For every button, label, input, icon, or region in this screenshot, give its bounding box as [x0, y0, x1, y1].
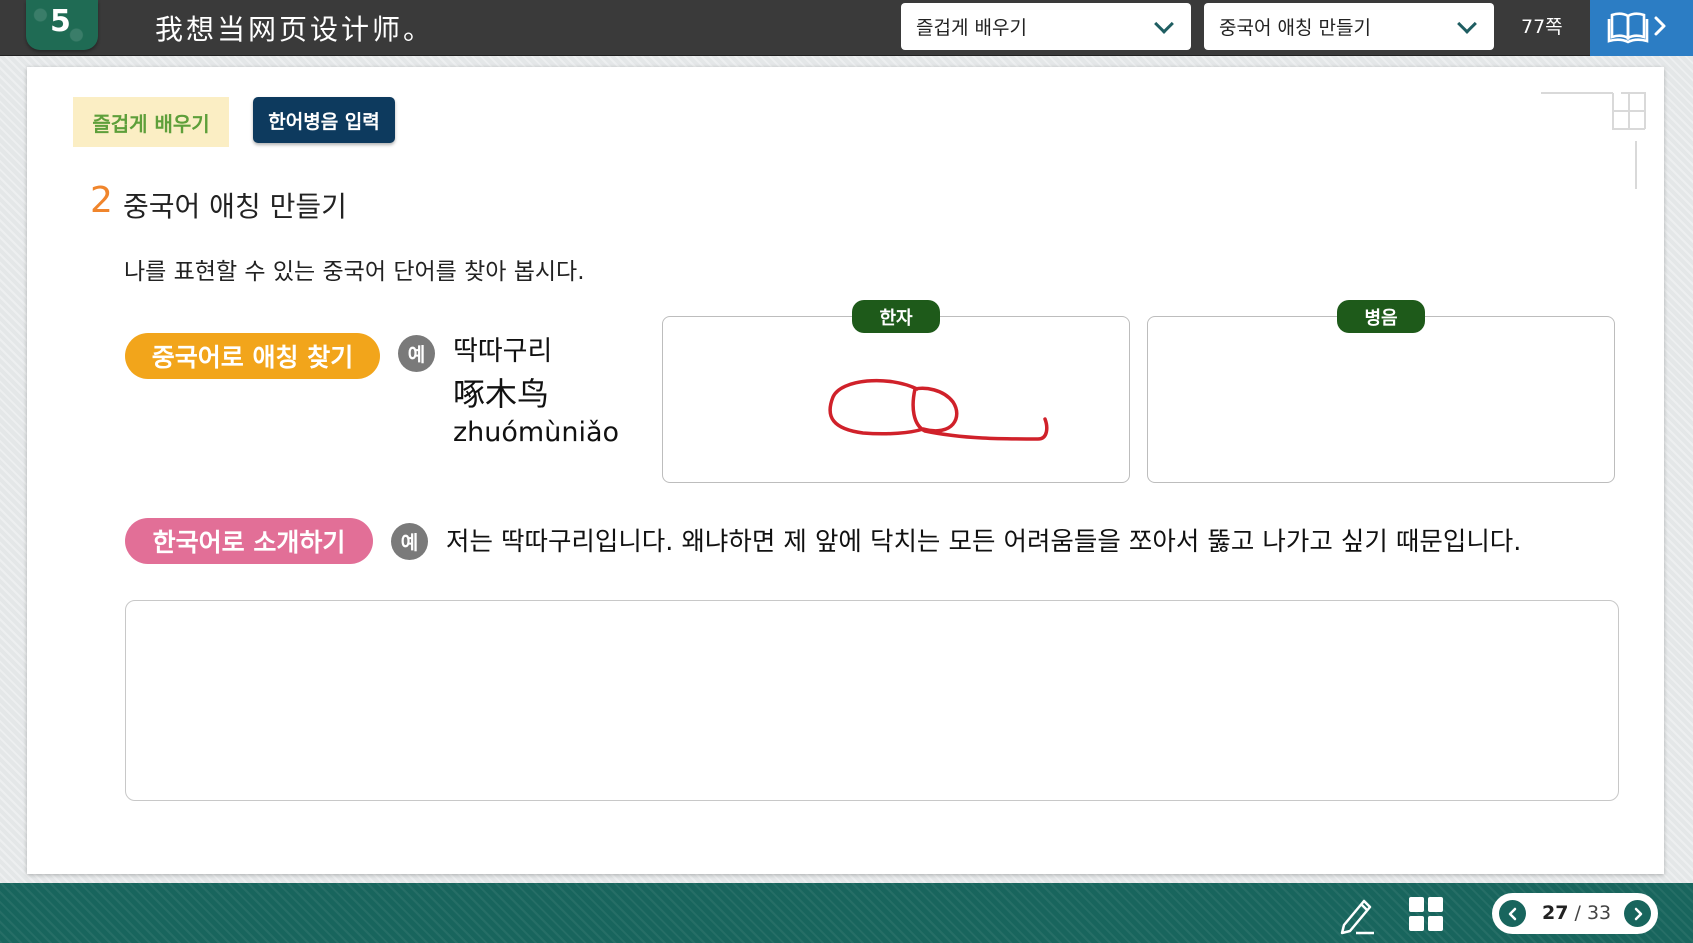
example-badge: 예	[398, 335, 435, 372]
book-icon	[1607, 12, 1666, 44]
korean-intro-label: 한국어로 소개하기	[125, 518, 373, 564]
example-sentence: 저는 딱따구리입니다. 왜냐하면 제 앞에 닥치는 모든 어려움들을 쪼아서 뚫…	[446, 527, 1522, 557]
lesson-title: 我想当网页设计师。	[155, 13, 435, 46]
find-nickname-label: 중국어로 애칭 찾기	[125, 333, 380, 379]
lesson-number: 5	[50, 4, 71, 39]
chevron-down-icon	[1154, 14, 1174, 34]
section-number: 2	[90, 180, 113, 221]
activity-select[interactable]: 중국어 애칭 만들기	[1204, 3, 1494, 50]
section-tag: 즐겁게 배우기	[73, 97, 229, 147]
pinyin-drawing-box[interactable]: 병음	[1147, 300, 1615, 483]
instruction-text: 나를 표현할 수 있는 중국어 단어를 찾아 봅시다.	[124, 259, 585, 285]
prev-page-button[interactable]	[1499, 900, 1526, 927]
content-card: 즐겁게 배우기 한어병음 입력 2 중국어 애칭 만들기 나를 표현할 수 있는…	[27, 67, 1664, 874]
section-select[interactable]: 즐겁게 배우기	[901, 3, 1191, 50]
pen-icon	[1340, 899, 1374, 935]
section-select-value: 즐겁게 배우기	[916, 17, 1027, 39]
current-page: 27	[1542, 902, 1569, 924]
example-badge: 예	[391, 523, 428, 560]
lesson-badge: 5	[26, 0, 98, 50]
chevron-left-icon	[1508, 907, 1516, 920]
total-pages: 33	[1586, 902, 1612, 924]
activity-select-value: 중국어 애칭 만들기	[1219, 17, 1371, 39]
textbook-page-ref: 77쪽	[1521, 16, 1563, 38]
menu-grid-button[interactable]	[1408, 893, 1444, 937]
top-bar: 5 我想当网页设计师。 즐겁게 배우기 중국어 애칭 만들기 77쪽	[0, 0, 1693, 56]
grid-icon	[1409, 897, 1443, 931]
page-separator: /	[1574, 902, 1581, 924]
example-word: 딱따구리	[453, 336, 553, 367]
intro-answer-box[interactable]	[125, 600, 1619, 801]
pinyin-box-label: 병음	[1337, 300, 1425, 333]
bottom-bar: 27 / 33	[0, 883, 1693, 943]
pinyin-input-button[interactable]: 한어병음 입력	[253, 97, 395, 143]
chevron-right-icon	[1634, 907, 1642, 920]
chevron-down-icon	[1457, 14, 1477, 34]
section-title: 중국어 애칭 만들기	[123, 190, 347, 223]
corner-ornament-icon	[1541, 92, 1646, 189]
pen-tool-button[interactable]	[1336, 893, 1378, 939]
example-pinyin: zhuómùniǎo	[453, 417, 620, 448]
handwriting-stroke	[828, 378, 1049, 441]
page-navigator: 27 / 33	[1492, 893, 1658, 934]
open-book-button[interactable]	[1590, 0, 1693, 56]
next-page-button[interactable]	[1624, 900, 1651, 927]
hanzi-drawing-box[interactable]: 한자	[662, 300, 1130, 483]
page-indicator: 27 / 33	[1542, 902, 1611, 924]
example-hanzi: 啄木鸟	[453, 375, 550, 413]
chevron-right-icon	[1654, 16, 1666, 36]
